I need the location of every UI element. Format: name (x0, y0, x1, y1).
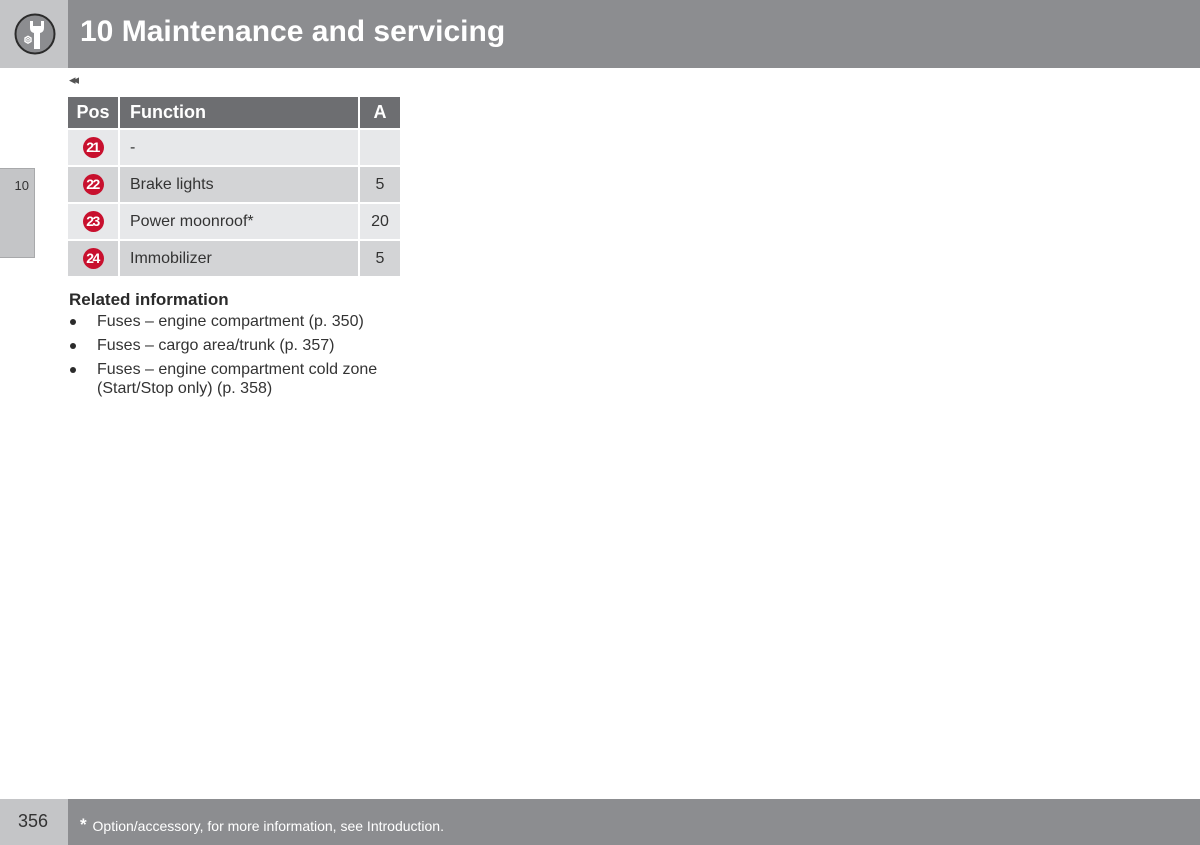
list-item: Fuses – cargo area/trunk (p. 357) (69, 336, 409, 355)
page-number: 356 (18, 811, 49, 831)
function-cell: Immobilizer (120, 241, 358, 276)
footnote: * Option/accessory, for more information… (80, 815, 444, 835)
function-cell: - (120, 130, 358, 165)
position-badge: 24 (82, 248, 104, 269)
function-cell: Power moonroof* (120, 204, 358, 239)
chapter-icon-area (0, 0, 68, 68)
column-header-amperage: A (360, 97, 400, 128)
amperage-cell: 5 (360, 167, 400, 202)
function-cell: Brake lights (120, 167, 358, 202)
fuse-table: Pos Function A 21 - 22 Brake lights 5 23… (66, 95, 402, 278)
position-badge: 23 (82, 211, 104, 232)
asterisk-icon: * (80, 815, 87, 834)
position-badge: 22 (82, 174, 104, 195)
footer-bar: * Option/accessory, for more information… (68, 799, 1200, 845)
bullet-icon (70, 367, 76, 373)
table-row: 21 - (68, 130, 400, 165)
related-information-title: Related information (69, 290, 229, 309)
page-number-area: 356 (0, 799, 68, 845)
side-tab-label: 10 (14, 178, 29, 193)
related-information: Related information Fuses – engine compa… (69, 290, 409, 403)
table-row: 23 Power moonroof* 20 (68, 204, 400, 239)
related-link[interactable]: Fuses – cargo area/trunk (p. 357) (97, 337, 334, 354)
related-link[interactable]: Fuses – engine compartment (p. 350) (97, 313, 364, 330)
wrench-nut-icon (14, 13, 56, 55)
chapter-header: 10 Maintenance and servicing (68, 0, 1200, 68)
bullet-icon (70, 319, 76, 325)
table-header-row: Pos Function A (68, 97, 400, 128)
related-link[interactable]: Fuses – engine compartment cold zone (St… (97, 361, 377, 397)
column-header-function: Function (120, 97, 358, 128)
list-item: Fuses – engine compartment (p. 350) (69, 312, 409, 331)
column-header-pos: Pos (68, 97, 118, 128)
amperage-cell: 5 (360, 241, 400, 276)
table-row: 24 Immobilizer 5 (68, 241, 400, 276)
chapter-title: 10 Maintenance and servicing (80, 15, 506, 48)
related-links-list: Fuses – engine compartment (p. 350) Fuse… (69, 312, 409, 398)
amperage-cell (360, 130, 400, 165)
list-item: Fuses – engine compartment cold zone (St… (69, 360, 409, 398)
table-row: 22 Brake lights 5 (68, 167, 400, 202)
chapter-side-tab[interactable]: 10 (0, 168, 35, 258)
continued-marker-icon: ◂◂ (69, 72, 79, 87)
bullet-icon (70, 343, 76, 349)
footnote-text: Option/accessory, for more information, … (92, 818, 444, 834)
amperage-cell: 20 (360, 204, 400, 239)
position-badge: 21 (82, 137, 104, 158)
